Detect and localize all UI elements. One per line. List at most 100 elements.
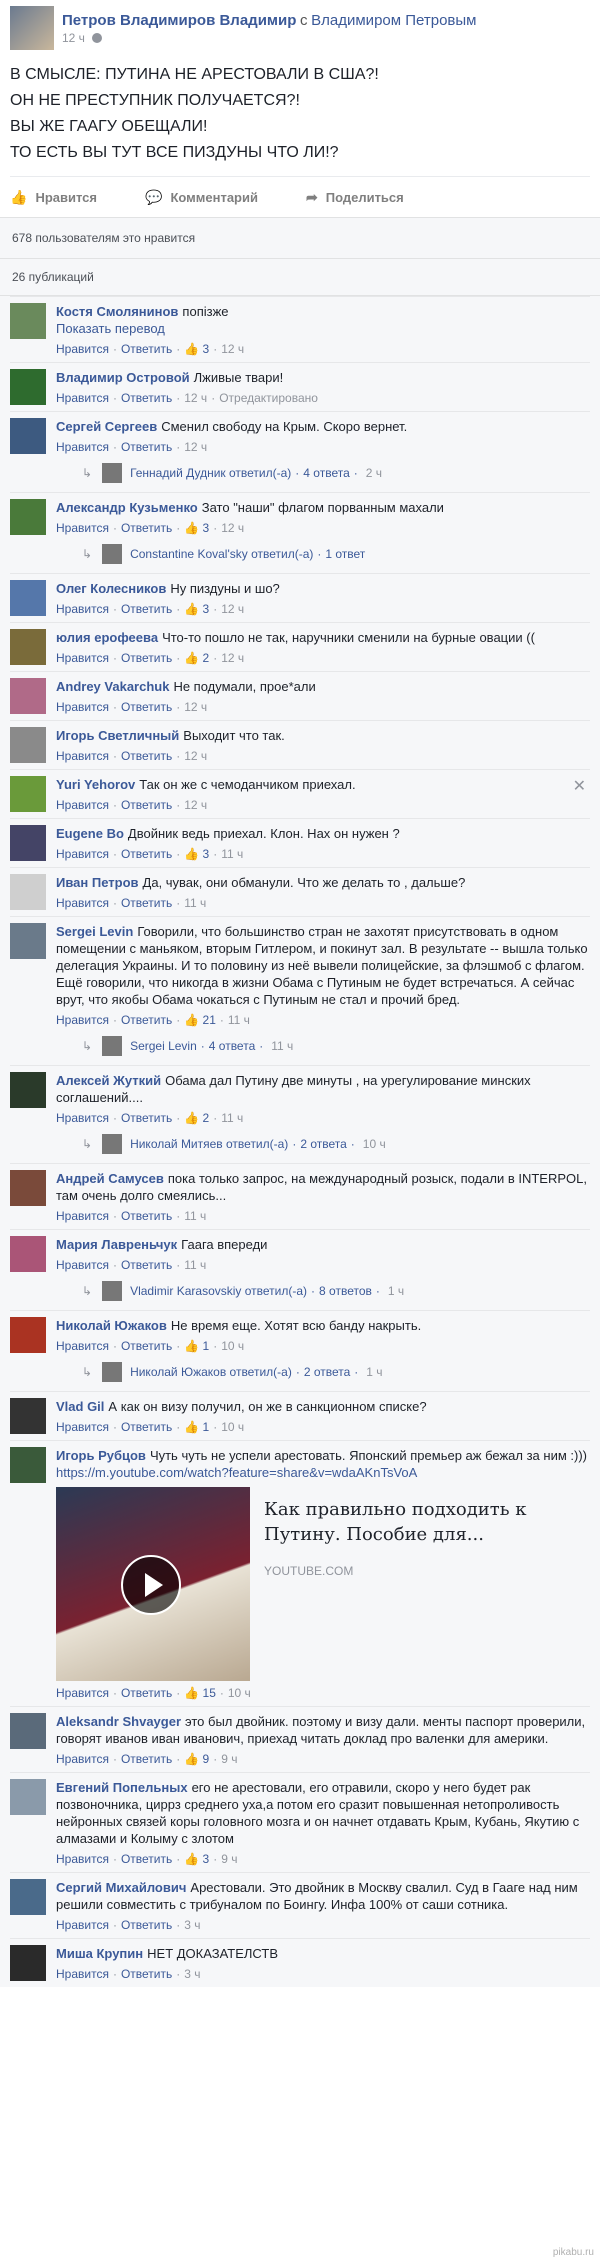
- commenter-avatar[interactable]: [10, 629, 46, 665]
- replies-summary[interactable]: ↳ Геннадий Дудник ответил(-а) · 4 ответа · 2 …: [82, 462, 590, 484]
- commenter-avatar[interactable]: [10, 418, 46, 454]
- comment-reply-link[interactable]: Ответить: [121, 798, 172, 812]
- commenter-name[interactable]: Игорь Рубцов: [56, 1448, 146, 1463]
- comment-like-link[interactable]: Нравится: [56, 1686, 109, 1700]
- commenter-avatar[interactable]: [10, 499, 46, 535]
- comment-like-link[interactable]: Нравится: [56, 1967, 109, 1981]
- reply-count[interactable]: 1 ответ: [325, 546, 365, 563]
- comment-time[interactable]: 11 ч: [221, 847, 243, 861]
- comment-reply-link[interactable]: Ответить: [121, 651, 172, 665]
- commenter-name[interactable]: Алексей Жуткий: [56, 1073, 161, 1088]
- comment-like-count[interactable]: 👍 21: [184, 1013, 216, 1027]
- comment-reply-link[interactable]: Ответить: [121, 749, 172, 763]
- shares-summary[interactable]: 26 публикаций: [0, 259, 600, 296]
- commenter-name[interactable]: Мария Лавреньчук: [56, 1237, 177, 1252]
- comment-reply-link[interactable]: Ответить: [121, 1111, 172, 1125]
- comment-time[interactable]: 12 ч: [184, 440, 207, 454]
- commenter-name[interactable]: Владимир Островой: [56, 370, 190, 385]
- comment-like-count[interactable]: 👍 1: [184, 1420, 209, 1434]
- comment-like-link[interactable]: Нравится: [56, 749, 109, 763]
- commenter-name[interactable]: Vlad Gil: [56, 1399, 104, 1414]
- video-thumbnail[interactable]: [56, 1487, 250, 1681]
- comment-reply-link[interactable]: Ответить: [121, 1209, 172, 1223]
- commenter-name[interactable]: юлия ерофеева: [56, 630, 158, 645]
- comment-like-count[interactable]: 👍 3: [184, 602, 209, 616]
- comment-time[interactable]: 11 ч: [228, 1013, 250, 1027]
- commenter-name[interactable]: Александр Кузьменко: [56, 500, 198, 515]
- commenter-avatar[interactable]: [10, 1072, 46, 1108]
- comment-like-link[interactable]: Нравится: [56, 602, 109, 616]
- comment-like-link[interactable]: Нравится: [56, 391, 109, 405]
- comment-like-link[interactable]: Нравится: [56, 1339, 109, 1353]
- comment-time[interactable]: 12 ч: [221, 521, 244, 535]
- commenter-avatar[interactable]: [10, 1236, 46, 1272]
- author-avatar[interactable]: [10, 6, 54, 50]
- reply-author[interactable]: Vladimir Karasovskiy ответил(-а): [130, 1283, 307, 1300]
- commenter-name[interactable]: Andrey Vakarchuk: [56, 679, 169, 694]
- comment-like-link[interactable]: Нравится: [56, 440, 109, 454]
- reply-author[interactable]: Николай Митяев ответил(-а): [130, 1136, 288, 1153]
- replies-summary[interactable]: ↳ Николай Южаков ответил(-а) · 2 ответа · 1 ч: [82, 1361, 590, 1383]
- comment-time[interactable]: 9 ч: [221, 1852, 237, 1866]
- replies-summary[interactable]: ↳ Николай Митяев ответил(-а) · 2 ответа · 10 …: [82, 1133, 590, 1155]
- comment-like-link[interactable]: Нравится: [56, 798, 109, 812]
- reply-author[interactable]: Constantine Koval'sky ответил(-а): [130, 546, 313, 563]
- comment-like-link[interactable]: Нравится: [56, 1111, 109, 1125]
- tagged-user[interactable]: Владимиром Петровым: [311, 12, 476, 29]
- comment-like-link[interactable]: Нравится: [56, 896, 109, 910]
- comment-like-count[interactable]: 👍 2: [184, 651, 209, 665]
- comment-reply-link[interactable]: Ответить: [121, 1752, 172, 1766]
- comment-like-link[interactable]: Нравится: [56, 1918, 109, 1932]
- reply-count[interactable]: 8 ответов: [319, 1283, 372, 1300]
- replies-summary[interactable]: ↳ Constantine Koval'sky ответил(-а) · 1 отв…: [82, 543, 590, 565]
- commenter-avatar[interactable]: [10, 727, 46, 763]
- commenter-avatar[interactable]: [10, 1879, 46, 1915]
- comment-time[interactable]: 12 ч: [221, 602, 244, 616]
- comment-reply-link[interactable]: Ответить: [121, 1420, 172, 1434]
- comment-reply-link[interactable]: Ответить: [121, 1686, 172, 1700]
- link-title[interactable]: Как правильно подходить к Путину. Пособи…: [264, 1497, 544, 1547]
- comment-link[interactable]: https://m.youtube.com/watch?feature=shar…: [56, 1464, 590, 1481]
- comment-like-count[interactable]: 👍 1: [184, 1339, 209, 1353]
- comment-time[interactable]: 12 ч: [221, 651, 244, 665]
- comment-like-link[interactable]: Нравится: [56, 521, 109, 535]
- comment-reply-link[interactable]: Ответить: [121, 342, 172, 356]
- comment-reply-link[interactable]: Ответить: [121, 521, 172, 535]
- comment-reply-link[interactable]: Ответить: [121, 1258, 172, 1272]
- comment-like-link[interactable]: Нравится: [56, 1209, 109, 1223]
- comment-reply-link[interactable]: Ответить: [121, 440, 172, 454]
- reply-count[interactable]: 4 ответа: [209, 1038, 255, 1055]
- commenter-avatar[interactable]: [10, 1779, 46, 1815]
- like-button[interactable]: 👍 Нравится: [10, 189, 97, 206]
- commenter-avatar[interactable]: [10, 678, 46, 714]
- comment-button[interactable]: 💬 Комментарий: [145, 189, 258, 206]
- commenter-name[interactable]: Сергей Сергеев: [56, 419, 157, 434]
- commenter-avatar[interactable]: [10, 776, 46, 812]
- reply-count[interactable]: 2 ответа: [304, 1364, 350, 1381]
- post-author[interactable]: Петров Владимиров Владимир: [62, 12, 296, 29]
- commenter-name[interactable]: Николай Южаков: [56, 1318, 167, 1333]
- likes-summary[interactable]: 678 пользователям это нравится: [0, 217, 600, 259]
- comment-reply-link[interactable]: Ответить: [121, 700, 172, 714]
- replies-summary[interactable]: ↳ Sergei Levin · 4 ответа · 11 ч: [82, 1035, 590, 1057]
- commenter-avatar[interactable]: [10, 580, 46, 616]
- comment-like-count[interactable]: 👍 3: [184, 847, 209, 861]
- commenter-avatar[interactable]: [10, 1447, 46, 1483]
- comment-reply-link[interactable]: Ответить: [121, 391, 172, 405]
- show-translation-link[interactable]: Показать перевод: [56, 320, 590, 337]
- comment-reply-link[interactable]: Ответить: [121, 602, 172, 616]
- reply-count[interactable]: 2 ответа: [300, 1136, 346, 1153]
- comment-reply-link[interactable]: Ответить: [121, 847, 172, 861]
- commenter-name[interactable]: Костя Смолянинов: [56, 304, 178, 319]
- comment-time[interactable]: 3 ч: [184, 1967, 200, 1981]
- comment-like-count[interactable]: 👍 3: [184, 1852, 209, 1866]
- comment-like-link[interactable]: Нравится: [56, 700, 109, 714]
- reply-count[interactable]: 4 ответа: [303, 465, 349, 482]
- comment-reply-link[interactable]: Ответить: [121, 1918, 172, 1932]
- post-time[interactable]: 12 ч: [62, 31, 85, 45]
- commenter-name[interactable]: Aleksandr Shvayger: [56, 1714, 181, 1729]
- comment-like-link[interactable]: Нравится: [56, 1013, 109, 1027]
- commenter-name[interactable]: Миша Крупин: [56, 1946, 143, 1961]
- share-button[interactable]: ➦ Поделиться: [306, 189, 404, 206]
- comment-reply-link[interactable]: Ответить: [121, 896, 172, 910]
